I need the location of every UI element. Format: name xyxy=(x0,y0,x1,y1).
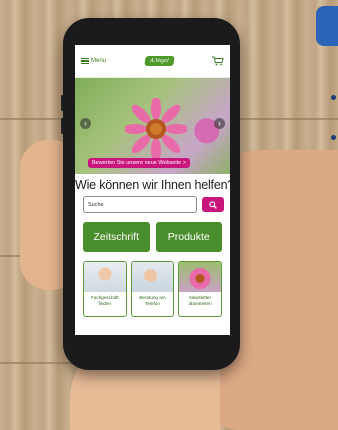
tile-label-line2: abonnieren xyxy=(188,300,212,306)
pharmacist-image xyxy=(84,262,126,292)
review-website-button[interactable]: Bewerten Sie unsere neue Webseite > xyxy=(88,158,190,168)
echinacea-flower xyxy=(125,98,187,160)
tile-label-line2: finden xyxy=(98,300,112,306)
top-bar: Menu A.Vogel xyxy=(75,45,230,78)
main-buttons: Zeitschrift Produkte xyxy=(83,222,222,252)
phone-screen: Menu A.Vogel ‹ › Bewerten Sie unsere neu… xyxy=(75,45,230,335)
carousel-next-button[interactable]: › xyxy=(214,118,225,129)
search-input[interactable]: Suche xyxy=(83,196,197,213)
carousel-prev-button[interactable]: ‹ xyxy=(80,118,91,129)
tile-newsletter[interactable]: Newsletter abonnieren xyxy=(178,261,223,317)
menu-button[interactable]: Menu xyxy=(81,58,106,64)
service-tiles: Fachgeschäft finden Beratung am Telefon … xyxy=(83,261,223,317)
background-sign xyxy=(316,6,338,46)
tile-beratung[interactable]: Beratung am Telefon xyxy=(130,261,175,317)
menu-label: Menu xyxy=(91,58,107,64)
phone-advice-image xyxy=(131,262,174,292)
tile-fachgeschaeft[interactable]: Fachgeschäft finden xyxy=(83,261,127,317)
search-row: Suche xyxy=(83,196,224,213)
tile-label-line2: Telefon xyxy=(145,300,160,306)
zeitschrift-button[interactable]: Zeitschrift xyxy=(83,222,150,252)
tile-label-line1: Beratung am xyxy=(139,295,166,300)
tile-label-line1: Fachgeschäft xyxy=(91,295,119,300)
produkte-button[interactable]: Produkte xyxy=(155,222,222,252)
hamburger-icon xyxy=(81,58,89,64)
hero-banner: ‹ › Bewerten Sie unsere neue Webseite > xyxy=(75,78,230,174)
help-heading: Wie können wir Ihnen helfen? xyxy=(75,178,230,192)
tile-label-line1: Newsletter xyxy=(189,295,212,300)
search-icon xyxy=(209,200,217,209)
search-button[interactable] xyxy=(202,197,224,212)
cart-icon[interactable] xyxy=(211,56,224,66)
flower-image xyxy=(179,262,222,292)
logo[interactable]: A.Vogel xyxy=(144,56,174,66)
